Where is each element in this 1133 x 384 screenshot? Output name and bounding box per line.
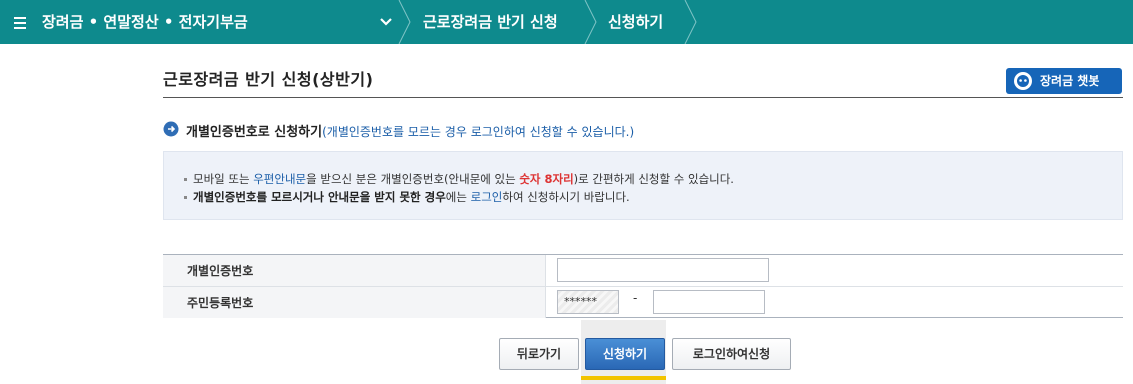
- bullet-icon: [184, 178, 187, 181]
- postal-notice-link[interactable]: 우편안내문: [253, 172, 306, 186]
- info-text: 을 받으신 분은 개별인증번호(안내문에 있는: [306, 172, 520, 186]
- info-text: 에는: [445, 190, 471, 204]
- section-subtext: (개별인증번호를 모르는 경우 로그인하여 신청할 수 있습니다.): [322, 125, 635, 139]
- login-link[interactable]: 로그인: [471, 190, 503, 204]
- rrn-label: 주민등록번호: [187, 296, 254, 310]
- breadcrumb-separator-icon: [684, 0, 697, 44]
- chatbot-icon: [1014, 72, 1032, 90]
- form-row-auth: 개별인증번호: [163, 255, 1123, 286]
- section-heading: 개별인증번호로 신청하기(개별인증번호를 모르는 경우 로그인하여 신청할 수 …: [186, 121, 634, 140]
- section-title: 개별인증번호로 신청하기: [186, 125, 323, 140]
- apply-button[interactable]: 신청하기: [585, 338, 665, 370]
- info-line-2: 개별인증번호를 모르시거나 안내문을 받지 못한 경우에는 로그인하여 신청하시…: [184, 189, 630, 205]
- title-divider: [163, 97, 1123, 98]
- focus-indicator: [581, 376, 666, 380]
- menu-icon[interactable]: [14, 14, 28, 30]
- breadcrumb-menu[interactable]: 장려금 • 연말정산 • 전자기부금: [42, 0, 248, 44]
- back-button[interactable]: 뒤로가기: [499, 338, 579, 370]
- rrn-front-input[interactable]: ******: [557, 290, 619, 314]
- info-text: )로 간편하게 신청할 수 있습니다.: [573, 172, 734, 186]
- chatbot-button[interactable]: 장려금 챗봇: [1006, 68, 1122, 94]
- highlight-text: 숫자 8자리: [519, 172, 574, 186]
- chevron-down-icon[interactable]: [377, 13, 395, 31]
- info-box: 모바일 또는 우편안내문을 받으신 분은 개별인증번호(안내문에 있는 숫자 8…: [163, 151, 1123, 220]
- info-text: 모바일 또는: [193, 172, 254, 186]
- login-apply-button[interactable]: 로그인하여신청: [672, 338, 791, 370]
- auth-number-label: 개별인증번호: [187, 264, 254, 278]
- label-cell: 주민등록번호: [163, 287, 546, 318]
- label-cell: 개별인증번호: [163, 255, 546, 286]
- auth-form: 개별인증번호 주민등록번호 ****** -: [163, 254, 1123, 318]
- breadcrumb-current[interactable]: 신청하기: [608, 0, 663, 44]
- info-bold-text: 개별인증번호를 모르시거나 안내문을 받지 못한 경우: [193, 190, 446, 204]
- breadcrumb-item[interactable]: 근로장려금 반기 신청: [423, 0, 558, 44]
- arrow-circle-icon: [163, 121, 179, 137]
- info-text: 하여 신청하시기 바랍니다.: [502, 190, 630, 204]
- breadcrumb-separator-icon: [398, 0, 411, 44]
- bullet-icon: [184, 196, 187, 199]
- top-nav-bar: 장려금 • 연말정산 • 전자기부금 근로장려금 반기 신청 신청하기: [0, 0, 1133, 44]
- breadcrumb-separator-icon: [584, 0, 597, 44]
- form-row-rrn: 주민등록번호 ****** -: [163, 286, 1123, 318]
- info-line-1: 모바일 또는 우편안내문을 받으신 분은 개별인증번호(안내문에 있는 숫자 8…: [184, 171, 734, 187]
- auth-number-input[interactable]: [557, 258, 769, 282]
- rrn-back-input[interactable]: [653, 290, 765, 314]
- page-title: 근로장려금 반기 신청(상반기): [163, 70, 374, 89]
- chatbot-label: 장려금 챗봇: [1040, 74, 1100, 88]
- rrn-dash: -: [633, 291, 638, 305]
